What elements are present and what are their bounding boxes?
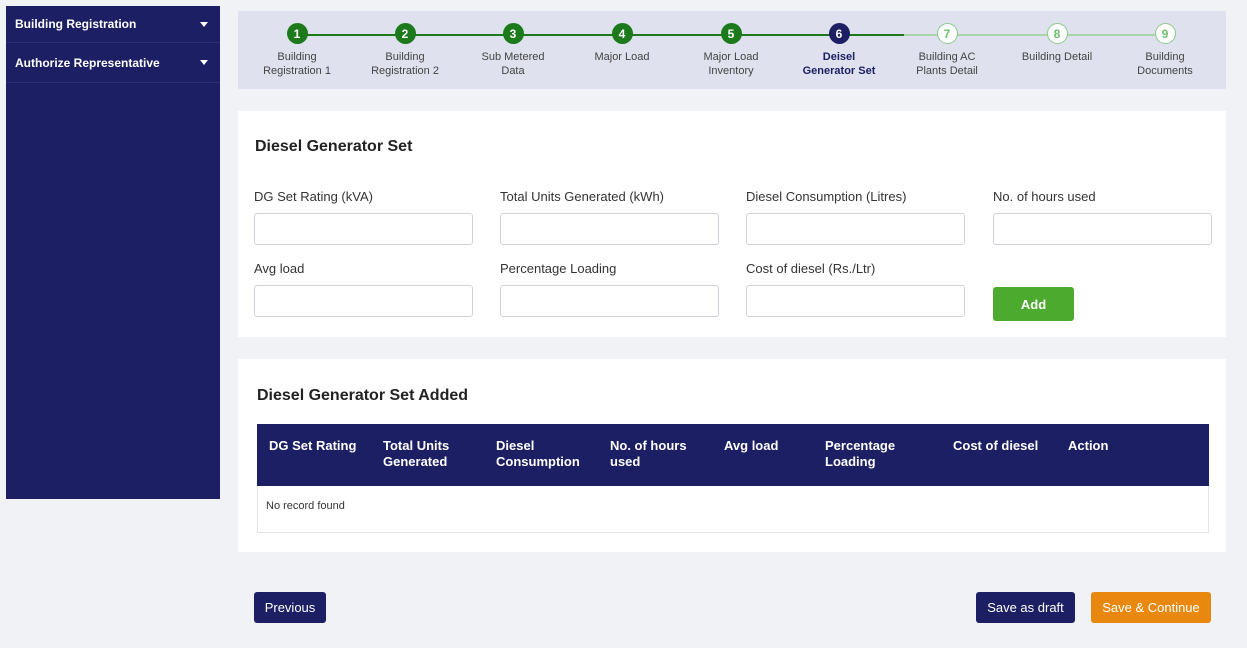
step-number: 7	[936, 23, 958, 44]
save-draft-button[interactable]: Save as draft	[976, 592, 1075, 623]
step-label-line2: Documents	[1137, 65, 1193, 77]
step-number: 4	[611, 23, 633, 44]
step-label-line2: Data	[501, 65, 525, 77]
step-label-line1: Building	[1145, 51, 1185, 63]
step-label-line2: Registration 1	[263, 65, 331, 77]
column-header-dg-rating: DG Set Rating	[269, 438, 357, 453]
step-number: 8	[1046, 23, 1068, 44]
step-label-line1: Building	[277, 51, 317, 63]
table-body: No record found	[257, 486, 1209, 533]
step-number: 6	[828, 23, 850, 44]
column-header-cost-diesel: Cost of diesel	[953, 438, 1039, 453]
sidebar-item-building-registration[interactable]: Building Registration	[6, 6, 220, 43]
step-number: 2	[394, 23, 416, 44]
column-header-total-units: Total Units Generated	[383, 438, 450, 469]
diesel-consumption-input[interactable]	[746, 213, 965, 245]
sidebar: Building Registration Authorize Represen…	[6, 6, 220, 499]
dg-rating-label: DG Set Rating (kVA)	[254, 189, 373, 204]
percentage-loading-input[interactable]	[500, 285, 719, 317]
sidebar-item-authorize-representative[interactable]: Authorize Representative	[6, 43, 220, 83]
save-continue-button[interactable]: Save & Continue	[1091, 592, 1211, 623]
total-units-label: Total Units Generated (kWh)	[500, 189, 665, 204]
caret-down-icon	[200, 60, 208, 65]
column-header-percentage-loading: Percentage Loading	[825, 438, 896, 469]
step-number: 1	[286, 23, 308, 44]
step-sub-metered-data[interactable]: 3 Sub Metered Data	[463, 23, 563, 78]
step-number: 5	[720, 23, 742, 44]
step-number: 3	[502, 23, 524, 44]
step-building-ac-plants-detail[interactable]: 7 Building AC Plants Detail	[897, 23, 997, 78]
step-label-line2: Inventory	[708, 65, 754, 77]
caret-down-icon	[200, 21, 208, 27]
hours-used-input[interactable]	[993, 213, 1212, 245]
column-header-diesel-consumption: Diesel Consumption	[496, 438, 580, 469]
add-button[interactable]: Add	[993, 287, 1074, 321]
step-building-registration-1[interactable]: 1 Building Registration 1	[247, 23, 347, 78]
cost-diesel-label: Cost of diesel (Rs./Ltr)	[746, 261, 876, 276]
step-major-load-inventory[interactable]: 5 Major Load Inventory	[681, 23, 781, 78]
step-label-line1: Sub Metered	[481, 51, 545, 63]
column-header-avg-load: Avg load	[724, 438, 779, 453]
column-header-hours-used: No. of hours used	[610, 438, 687, 469]
total-units-input[interactable]	[500, 213, 719, 245]
empty-state-text: No record found	[266, 500, 345, 512]
hours-used-label: No. of hours used	[993, 189, 1096, 204]
table-title: Diesel Generator Set Added	[257, 387, 469, 404]
dg-table-card: Diesel Generator Set Added DG Set Rating…	[238, 359, 1226, 552]
step-major-load[interactable]: 4 Major Load	[572, 23, 672, 64]
avg-load-input[interactable]	[254, 285, 473, 317]
dg-rating-input[interactable]	[254, 213, 473, 245]
step-deisel-generator-set[interactable]: 6 Deisel Generator Set	[789, 23, 889, 78]
percentage-loading-label: Percentage Loading	[500, 261, 617, 276]
avg-load-label: Avg load	[254, 261, 305, 276]
step-label-line2: Generator Set	[802, 65, 876, 77]
previous-button[interactable]: Previous	[254, 592, 326, 623]
column-header-action: Action	[1068, 438, 1109, 453]
diesel-consumption-label: Diesel Consumption (Litres)	[746, 189, 907, 204]
step-label-line1: Building AC	[918, 51, 976, 63]
step-label-line1: Building	[385, 51, 425, 63]
step-label-line1: Deisel	[822, 51, 856, 63]
cost-diesel-input[interactable]	[746, 285, 965, 317]
dg-form-card: Diesel Generator Set DG Set Rating (kVA)…	[238, 111, 1226, 337]
step-label-line1: Building Detail	[1021, 51, 1093, 63]
step-label-line1: Major Load	[703, 51, 759, 63]
step-building-registration-2[interactable]: 2 Building Registration 2	[355, 23, 455, 78]
sidebar-item-label: Authorize Representative	[15, 55, 160, 70]
step-building-detail[interactable]: 8 Building Detail	[1007, 23, 1107, 64]
step-label-line2: Registration 2	[371, 65, 439, 77]
form-title: Diesel Generator Set	[255, 138, 413, 155]
step-number: 9	[1154, 23, 1176, 44]
progress-stepper: 1 Building Registration 1 2 Building Regis…	[238, 11, 1226, 89]
table-header: DG Set Rating Total Units Generated Diese…	[257, 424, 1209, 486]
step-label-line1: Major Load	[594, 51, 650, 63]
sidebar-item-label: Building Registration	[15, 17, 137, 31]
step-building-documents[interactable]: 9 Building Documents	[1115, 23, 1215, 78]
step-label-line2: Plants Detail	[916, 65, 978, 77]
